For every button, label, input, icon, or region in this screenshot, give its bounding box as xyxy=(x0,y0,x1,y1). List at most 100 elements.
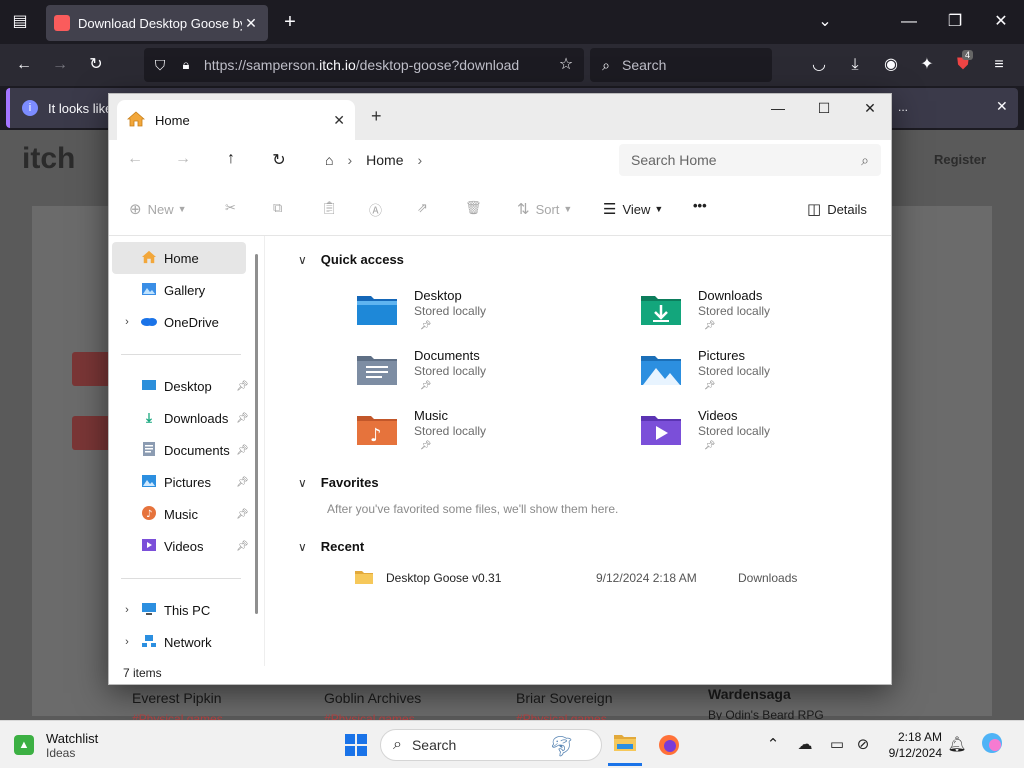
nav-item-pictures[interactable]: Pictures 📌︎ xyxy=(112,466,249,498)
nav-item-downloads[interactable]: ⤓ Downloads 📌︎ xyxy=(112,402,249,434)
pin-icon[interactable]: 📌︎ xyxy=(236,541,249,552)
more-options-button[interactable]: ••• xyxy=(693,198,707,213)
sort-button[interactable]: ⇅ Sort ▼ xyxy=(517,200,572,218)
tab-list-icon[interactable]: ▤ xyxy=(10,12,30,32)
game-title[interactable]: Goblin Archives xyxy=(324,690,421,706)
breadcrumb-home-icon[interactable]: ⌂ xyxy=(325,152,333,168)
close-explorer-button[interactable]: ✕ xyxy=(847,98,893,118)
menu-icon[interactable]: ≡ xyxy=(988,55,1010,75)
firefox-taskbar-button[interactable] xyxy=(652,721,686,768)
breadcrumb[interactable]: ⌂ › Home › xyxy=(317,144,607,176)
restore-browser-button[interactable]: ❐ xyxy=(944,12,966,32)
lock-icon[interactable]: 🔒︎ xyxy=(178,55,194,75)
system-clock[interactable]: 2:18 AM 9/12/2024 xyxy=(870,729,942,761)
up-icon[interactable]: ↑ xyxy=(219,150,243,168)
breadcrumb-chevron-icon[interactable]: › xyxy=(347,152,352,168)
collapse-chevron-icon[interactable]: ∨ xyxy=(298,253,307,267)
copy-icon[interactable]: ⧉ xyxy=(273,200,282,216)
nav-item-network[interactable]: › Network xyxy=(112,626,246,658)
itch-logo[interactable]: itch xyxy=(22,142,75,176)
game-tag[interactable]: #Physical games xyxy=(132,712,223,720)
pin-icon[interactable]: 📌︎ xyxy=(236,509,249,520)
rename-icon[interactable]: Ⓐ xyxy=(369,200,382,219)
close-notification-icon[interactable]: ✕ xyxy=(996,98,1008,115)
explorer-tab-home[interactable]: Home ✕ xyxy=(117,100,355,140)
explorer-search-input[interactable]: Search Home ⌕ xyxy=(619,144,881,176)
nav-item-videos[interactable]: Videos 📌︎ xyxy=(112,530,249,562)
display-icon[interactable]: ▭ xyxy=(826,735,848,753)
game-tag[interactable]: #Physical games xyxy=(324,712,415,720)
recent-header[interactable]: ∨ Recent xyxy=(298,539,364,554)
favorites-header[interactable]: ∨ Favorites xyxy=(298,475,379,490)
delete-icon[interactable]: 🗑︎ xyxy=(465,200,482,216)
cut-icon[interactable]: ✂ xyxy=(225,200,236,216)
view-button[interactable]: ☰ View ▼ xyxy=(603,200,663,218)
notification-bell-icon[interactable]: 🔔︎ xyxy=(946,735,968,753)
url-bar[interactable]: ⛉ 🔒︎ https://samperson. itch.io/desktop-g… xyxy=(144,48,584,82)
nav-item-onedrive[interactable]: › OneDrive xyxy=(112,306,246,338)
forward-icon[interactable]: → xyxy=(171,150,195,168)
browser-tab[interactable]: Download Desktop Goose by sa ✕ xyxy=(46,5,268,41)
nav-item-desktop[interactable]: Desktop 📌︎ xyxy=(112,370,249,402)
new-tab-button[interactable]: + xyxy=(280,12,300,32)
file-explorer-taskbar-button[interactable] xyxy=(608,721,642,766)
game-tag[interactable]: #Physical games xyxy=(516,712,607,720)
quick-access-item-downloads[interactable]: Downloads Stored locally 📌︎ xyxy=(640,288,900,342)
onedrive-offline-icon[interactable]: ☁ xyxy=(794,735,816,753)
quick-access-header[interactable]: ∨ Quick access xyxy=(298,252,404,267)
explorer-new-tab-button[interactable]: + xyxy=(371,106,382,127)
breadcrumb-chevron-icon[interactable]: › xyxy=(418,152,423,168)
breadcrumb-home[interactable]: Home xyxy=(366,152,403,168)
forward-icon[interactable]: → xyxy=(50,55,70,75)
quick-access-item-pictures[interactable]: Pictures Stored locally 📌︎ xyxy=(640,348,900,402)
recent-file-row[interactable]: Desktop Goose v0.31 9/12/2024 2:18 AM Do… xyxy=(354,566,874,590)
pin-icon[interactable]: 📌︎ xyxy=(236,413,249,424)
browser-search-bar[interactable]: ⌕ Search xyxy=(590,48,772,82)
taskbar-search-input[interactable]: ⌕ Search 🐬︎ xyxy=(380,729,602,761)
refresh-icon[interactable]: ↻ xyxy=(267,150,291,170)
pin-icon[interactable]: 📌︎ xyxy=(236,477,249,488)
reload-icon[interactable]: ↻ xyxy=(86,55,106,75)
details-button[interactable]: ◫ Details xyxy=(807,200,867,218)
close-explorer-tab-icon[interactable]: ✕ xyxy=(333,112,345,129)
nav-scrollbar[interactable] xyxy=(255,254,258,614)
quick-access-item-documents[interactable]: Documents Stored locally 📌︎ xyxy=(356,348,616,402)
copilot-icon[interactable] xyxy=(980,731,1002,759)
game-title[interactable]: Wardensaga xyxy=(708,686,791,702)
minimize-explorer-button[interactable]: — xyxy=(755,98,801,118)
nav-item-home[interactable]: Home xyxy=(112,242,246,274)
nav-item-gallery[interactable]: Gallery xyxy=(112,274,246,306)
downloads-icon[interactable]: ⤓ xyxy=(844,55,866,75)
nav-item-this-pc[interactable]: › This PC xyxy=(112,594,246,626)
quick-access-item-desktop[interactable]: Desktop Stored locally 📌︎ xyxy=(356,288,616,342)
start-button[interactable] xyxy=(338,721,374,768)
shield-icon[interactable]: ⛉ xyxy=(152,55,168,75)
new-button[interactable]: ⊕ New ▼ xyxy=(129,200,187,218)
extensions-icon[interactable]: ✦ xyxy=(916,55,938,75)
quick-access-item-music[interactable]: ♪ Music Stored locally 📌︎ xyxy=(356,408,616,462)
expand-chevron-icon[interactable]: › xyxy=(120,316,134,328)
tab-overflow-chevron-icon[interactable]: ⌄ xyxy=(814,12,836,32)
pin-icon[interactable]: 📌︎ xyxy=(236,381,249,392)
share-icon[interactable]: ⇗ xyxy=(417,200,428,216)
back-icon[interactable]: ← xyxy=(14,55,34,75)
paste-icon[interactable]: 📋︎ xyxy=(321,200,338,216)
expand-chevron-icon[interactable]: › xyxy=(120,604,134,616)
collapse-chevron-icon[interactable]: ∨ xyxy=(298,540,307,554)
pocket-icon[interactable]: ◡ xyxy=(808,55,830,75)
game-tag[interactable]: By Odin's Beard RPG xyxy=(708,708,824,720)
bookmark-star-icon[interactable]: ☆ xyxy=(556,55,576,75)
notification-more[interactable]: ... xyxy=(898,100,908,114)
widgets-button[interactable]: ▲ Watchlist Ideas xyxy=(14,721,124,768)
maximize-explorer-button[interactable]: ☐ xyxy=(801,98,847,118)
show-hidden-icons-chevron-icon[interactable]: ⌃ xyxy=(762,735,784,753)
account-icon[interactable]: ◉ xyxy=(880,55,902,75)
close-browser-button[interactable]: ✕ xyxy=(990,12,1012,32)
nav-item-music[interactable]: ♪ Music 📌︎ xyxy=(112,498,249,530)
pin-icon[interactable]: 📌︎ xyxy=(236,445,249,456)
expand-chevron-icon[interactable]: › xyxy=(120,636,134,648)
nav-item-documents[interactable]: Documents 📌︎ xyxy=(112,434,249,466)
collapse-chevron-icon[interactable]: ∨ xyxy=(298,476,307,490)
game-title[interactable]: Briar Sovereign xyxy=(516,690,613,706)
minimize-browser-button[interactable]: — xyxy=(898,12,920,32)
